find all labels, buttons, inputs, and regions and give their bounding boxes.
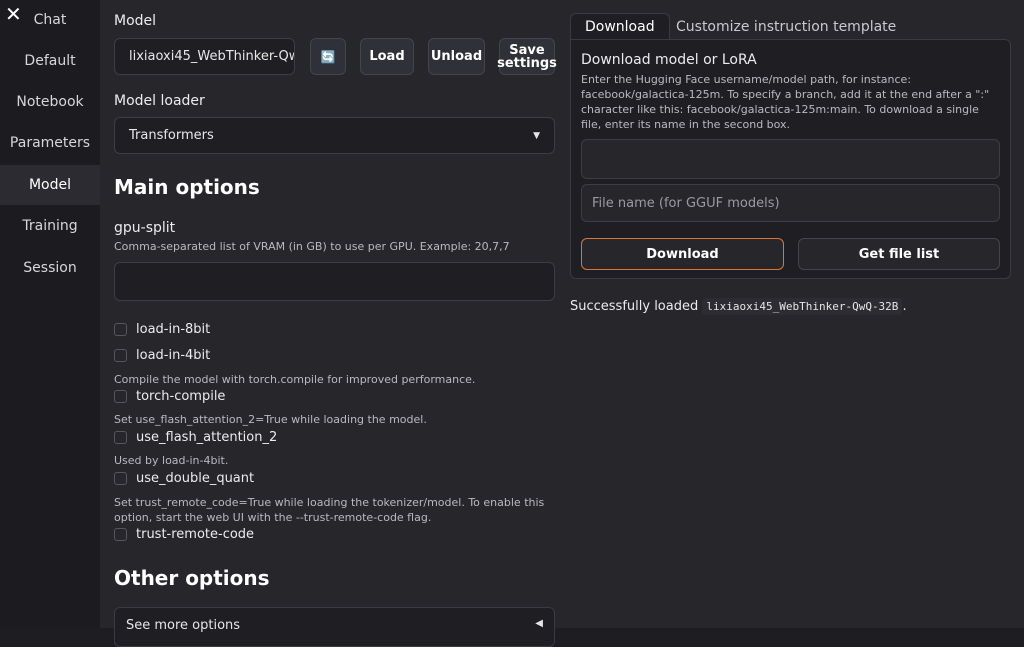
sidebar-item-default[interactable]: Default [0, 41, 100, 81]
sidebar-item-parameters[interactable]: Parameters [0, 123, 100, 163]
save-settings-label-1: Save [509, 42, 545, 58]
tab-download[interactable]: Download [570, 13, 670, 40]
model-label: Model [114, 13, 157, 29]
file-name-input[interactable] [581, 184, 1000, 222]
double-quant-checkbox[interactable] [114, 472, 127, 485]
see-more-options-accordion[interactable]: See more options ◀ [114, 607, 555, 647]
gpu-split-input[interactable] [114, 262, 555, 301]
model-path-input[interactable] [581, 139, 1000, 179]
load-in-4bit-checkbox[interactable] [114, 349, 127, 362]
load-in-4bit-label: load-in-4bit [136, 348, 211, 363]
save-settings-button[interactable]: Save settings [497, 38, 557, 75]
unload-button[interactable]: Unload [428, 38, 485, 75]
trust-remote-code-hint: Set trust_remote_code=True while loading… [114, 496, 545, 524]
load-button[interactable]: Load [360, 38, 414, 75]
torch-compile-label: torch-compile [136, 389, 226, 404]
flash-attention-checkbox[interactable] [114, 431, 127, 444]
sidebar-item-model[interactable]: Model [0, 165, 100, 205]
chevron-down-icon: ▼ [533, 130, 540, 141]
double-quant-label: use_double_quant [136, 471, 255, 486]
see-more-options-label: See more options [126, 618, 241, 633]
torch-compile-checkbox[interactable] [114, 390, 127, 403]
double-quant-hint: Used by load-in-4bit. [114, 454, 229, 467]
status-model-name: lixiaoxi45_WebThinker-QwQ-32B [702, 298, 903, 315]
refresh-button[interactable]: 🔄 [310, 38, 346, 75]
chevron-left-icon: ◀ [535, 618, 543, 629]
gpu-split-hint: Comma-separated list of VRAM (in GB) to … [114, 240, 510, 253]
model-loader-label: Model loader [114, 93, 205, 109]
model-loader-select[interactable]: Transformers ▼ [114, 117, 555, 154]
get-file-list-button[interactable]: Get file list [798, 238, 1000, 270]
download-button[interactable]: Download [581, 238, 784, 270]
sidebar: ✕ Chat Default Notebook Parameters Model… [0, 0, 100, 628]
save-settings-label-2: settings [497, 55, 557, 71]
sidebar-item-chat[interactable]: Chat [0, 0, 100, 40]
download-title: Download model or LoRA [581, 52, 757, 68]
trust-remote-code-label: trust-remote-code [136, 527, 255, 542]
download-hint: Enter the Hugging Face username/model pa… [581, 73, 990, 131]
tab-customize-instruction-template[interactable]: Customize instruction template [662, 13, 910, 40]
model-select[interactable]: lixiaoxi45_WebThinker-QwQ-32B [114, 38, 295, 75]
main-content: Model lixiaoxi45_WebThinker-QwQ-32B 🔄 Lo… [100, 0, 1024, 647]
main-options-heading: Main options [114, 175, 260, 199]
status-suffix: . [902, 299, 907, 314]
load-in-8bit-checkbox[interactable] [114, 323, 127, 336]
trust-remote-code-checkbox[interactable] [114, 528, 127, 541]
status-prefix: Successfully loaded [570, 299, 699, 314]
sidebar-item-training[interactable]: Training [0, 206, 100, 246]
gpu-split-label: gpu-split [114, 220, 176, 236]
model-select-value: lixiaoxi45_WebThinker-QwQ-32B [129, 49, 294, 64]
status-message: Successfully loaded lixiaoxi45_WebThinke… [570, 298, 907, 315]
sidebar-item-session[interactable]: Session [0, 248, 100, 288]
model-loader-value: Transformers [129, 128, 214, 143]
load-in-8bit-label: load-in-8bit [136, 322, 211, 337]
torch-compile-hint: Compile the model with torch.compile for… [114, 373, 476, 386]
sidebar-item-notebook[interactable]: Notebook [0, 82, 100, 122]
flash-attention-hint: Set use_flash_attention_2=True while loa… [114, 413, 427, 426]
refresh-icon: 🔄 [320, 49, 336, 64]
flash-attention-label: use_flash_attention_2 [136, 430, 278, 445]
other-options-heading: Other options [114, 566, 270, 590]
